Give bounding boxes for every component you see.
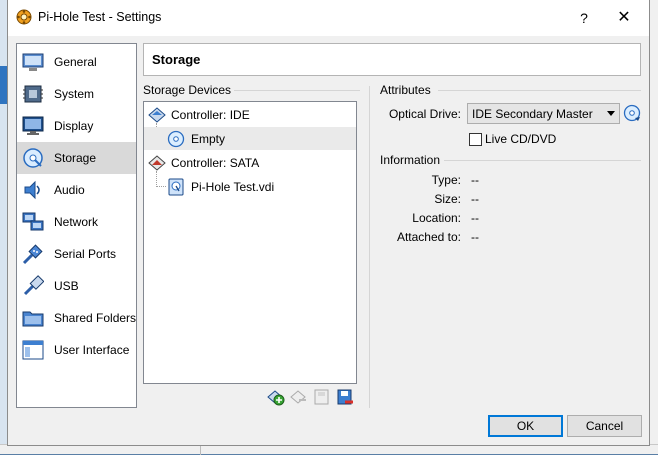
- ok-button[interactable]: OK: [488, 415, 563, 437]
- sidebar-item-label: Network: [54, 215, 99, 229]
- live-cd-label[interactable]: Live CD/DVD: [485, 132, 556, 146]
- tree-item-label: Empty: [191, 132, 226, 146]
- usb-icon: [23, 275, 44, 296]
- sidebar-item-label: Shared Folders: [54, 311, 137, 325]
- storage-icon: [23, 148, 43, 168]
- info-size-label: Size:: [434, 192, 461, 206]
- tree-item-label: Controller: IDE: [171, 108, 250, 122]
- sidebar-item-label: System: [54, 87, 95, 101]
- tree-item-controller-sata[interactable]: Controller: SATA: [144, 151, 356, 174]
- attributes-divider: [438, 90, 641, 91]
- page-title: Storage: [152, 52, 201, 67]
- network-icon: [22, 212, 44, 231]
- add-controller-icon[interactable]: [313, 388, 331, 406]
- hard-disk-icon: [168, 178, 184, 196]
- cancel-button[interactable]: Cancel: [567, 415, 642, 437]
- sidebar-item-label: General: [54, 55, 97, 69]
- info-attached-to-value: --: [471, 230, 479, 244]
- sidebar-item-label: User Interface: [54, 343, 130, 357]
- information-label: Information: [380, 153, 441, 167]
- virtualbox-gear-icon: [16, 9, 32, 25]
- system-icon: [23, 85, 43, 103]
- window-title: Pi-Hole Test - Settings: [38, 10, 162, 24]
- storage-tree[interactable]: Controller: IDE Empty Controller: SATA P…: [143, 101, 357, 384]
- remove-attachment-icon[interactable]: [290, 388, 308, 406]
- info-size-value: --: [471, 192, 479, 206]
- sidebar-item-shared-folders[interactable]: Shared Folders: [17, 302, 136, 334]
- tree-item-label: Controller: SATA: [171, 156, 260, 170]
- tree-item-empty-optical[interactable]: Empty: [144, 127, 356, 150]
- storage-devices-label: Storage Devices: [143, 83, 232, 97]
- display-icon: [22, 116, 44, 135]
- sidebar-item-audio[interactable]: Audio: [17, 174, 136, 206]
- sata-controller-icon: [148, 155, 166, 171]
- remove-controller-icon[interactable]: [336, 388, 354, 406]
- optical-disc-icon: [167, 130, 185, 148]
- sidebar-item-display[interactable]: Display: [17, 110, 136, 142]
- close-button[interactable]: ✕: [604, 4, 644, 32]
- add-attachment-icon[interactable]: [267, 388, 285, 406]
- live-cd-checkbox[interactable]: [469, 133, 482, 146]
- sidebar-item-label: USB: [54, 279, 79, 293]
- optical-drive-value: IDE Secondary Master: [472, 107, 593, 121]
- sidebar-item-storage[interactable]: Storage: [17, 142, 136, 174]
- info-location-label: Location:: [412, 211, 461, 225]
- shared-folders-icon: [22, 311, 44, 327]
- tree-item-label: Pi-Hole Test.vdi: [191, 180, 275, 194]
- sidebar-item-usb[interactable]: USB: [17, 270, 136, 302]
- ide-controller-icon: [148, 107, 166, 123]
- tree-item-disk-vdi[interactable]: Pi-Hole Test.vdi: [144, 175, 356, 198]
- info-type-label: Type:: [431, 173, 461, 187]
- sidebar-item-label: Display: [54, 119, 94, 133]
- sidebar-item-general[interactable]: General: [17, 46, 136, 78]
- help-button[interactable]: ?: [564, 4, 604, 32]
- settings-dialog: Pi-Hole Test - Settings ? ✕ General Syst…: [7, 0, 650, 446]
- settings-sidebar: General System Display Storage Audio Net…: [16, 43, 137, 408]
- choose-disk-icon[interactable]: [623, 104, 641, 122]
- info-location-value: --: [471, 211, 479, 225]
- audio-icon: [24, 180, 40, 200]
- optical-drive-select[interactable]: IDE Secondary Master: [467, 103, 620, 124]
- optical-drive-label: Optical Drive:: [388, 107, 461, 121]
- sidebar-item-serial-ports[interactable]: Serial Ports: [17, 238, 136, 270]
- attributes-label: Attributes: [380, 83, 431, 97]
- sidebar-item-label: Audio: [54, 183, 85, 197]
- serial-ports-icon: [22, 244, 43, 265]
- chevron-down-icon: [607, 111, 615, 116]
- title-bar[interactable]: Pi-Hole Test - Settings ? ✕: [8, 0, 649, 36]
- background-window-right: [649, 0, 658, 454]
- panel-divider: [369, 86, 370, 408]
- info-attached-to-label: Attached to:: [396, 230, 461, 244]
- sidebar-item-system[interactable]: System: [17, 78, 136, 110]
- sidebar-item-user-interface[interactable]: User Interface: [17, 334, 136, 366]
- page-header: Storage: [143, 43, 641, 76]
- sidebar-item-network[interactable]: Network: [17, 206, 136, 238]
- sidebar-item-label: Storage: [54, 151, 97, 165]
- tree-item-controller-ide[interactable]: Controller: IDE: [144, 103, 356, 126]
- information-divider: [444, 160, 641, 161]
- user-interface-icon: [22, 340, 44, 360]
- storage-devices-divider: [234, 90, 360, 91]
- sidebar-item-label: Serial Ports: [54, 247, 117, 261]
- info-type-value: --: [471, 173, 479, 187]
- general-icon: [22, 53, 44, 71]
